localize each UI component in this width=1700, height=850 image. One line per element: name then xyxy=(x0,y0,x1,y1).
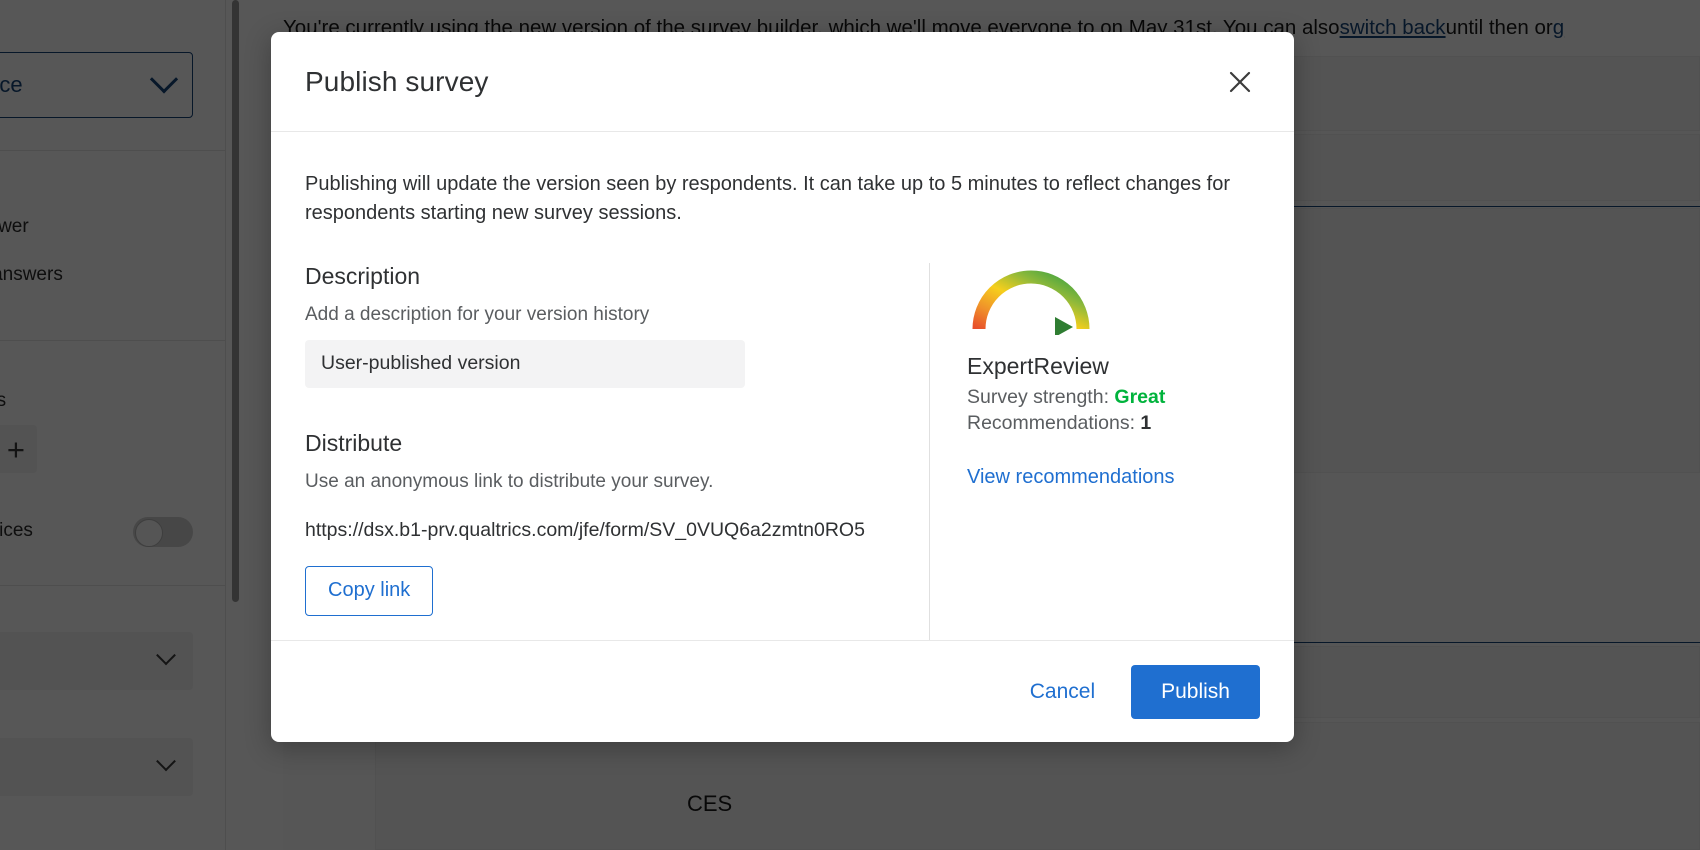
cancel-button[interactable]: Cancel xyxy=(1012,668,1113,716)
copy-link-button[interactable]: Copy link xyxy=(305,566,433,616)
dialog-body: Publishing will update the version seen … xyxy=(271,132,1294,640)
recommendations-row: Recommendations: 1 xyxy=(967,412,1260,435)
dialog-columns: Description Add a description for your v… xyxy=(305,263,1260,640)
description-subtext: Add a description for your version histo… xyxy=(305,304,893,326)
survey-strength-value: Great xyxy=(1114,386,1165,408)
recommendations-value: 1 xyxy=(1140,412,1151,434)
description-input[interactable] xyxy=(305,340,745,388)
expert-review-title: ExpertReview xyxy=(967,353,1260,380)
publish-survey-dialog: Publish survey Publishing will update th… xyxy=(271,32,1294,742)
close-icon[interactable] xyxy=(1220,62,1260,102)
distribute-subtext: Use an anonymous link to distribute your… xyxy=(305,471,893,493)
gauge-icon xyxy=(969,265,1093,331)
survey-strength-label: Survey strength: xyxy=(967,386,1109,408)
dialog-header: Publish survey xyxy=(271,32,1294,132)
view-recommendations-link[interactable]: View recommendations xyxy=(967,466,1175,489)
survey-strength-row: Survey strength: Great xyxy=(967,386,1260,409)
distribute-section: Distribute Use an anonymous link to dist… xyxy=(305,430,893,616)
expert-review-panel: ExpertReview Survey strength: Great Reco… xyxy=(929,263,1260,640)
dialog-left-column: Description Add a description for your v… xyxy=(305,263,929,640)
dialog-title: Publish survey xyxy=(305,66,488,98)
distribute-heading: Distribute xyxy=(305,430,893,457)
description-heading: Description xyxy=(305,263,893,290)
publish-intro-text: Publishing will update the version seen … xyxy=(305,170,1255,229)
recommendations-label: Recommendations: xyxy=(967,412,1135,434)
publish-button[interactable]: Publish xyxy=(1131,665,1260,719)
dialog-footer: Cancel Publish xyxy=(271,640,1294,742)
anonymous-link-url: https://dsx.b1-prv.qualtrics.com/jfe/for… xyxy=(305,519,893,542)
